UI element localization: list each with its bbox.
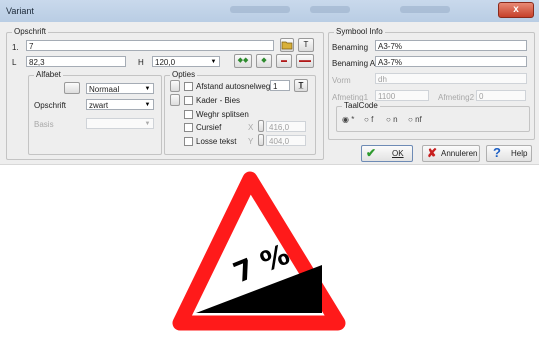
window-title: Variant bbox=[6, 6, 34, 16]
afmeting2-input[interactable]: 0 bbox=[476, 90, 526, 101]
help-question-icon: ? bbox=[493, 145, 501, 160]
annuleren-button[interactable]: ✘ Annuleren bbox=[422, 145, 480, 162]
weghr-label: Weghr splitsen bbox=[196, 110, 249, 119]
close-icon: x bbox=[513, 4, 519, 15]
taal-radio-n[interactable]: ○ n bbox=[386, 115, 398, 124]
kader-label: Kader - Bies bbox=[196, 96, 241, 105]
folder-icon bbox=[281, 41, 293, 50]
benaming-alt-label: Benaming Alt bbox=[332, 59, 380, 68]
taal-radio-nf[interactable]: ○ nf bbox=[408, 115, 422, 124]
help-label: Help bbox=[511, 149, 528, 158]
checkmark-icon: ✔ bbox=[366, 146, 377, 160]
taal-radio-star-label: * bbox=[351, 115, 355, 124]
kader-checkbox[interactable] bbox=[184, 96, 193, 105]
annuleren-label: Annuleren bbox=[441, 149, 478, 158]
y-input[interactable]: 404,0 bbox=[266, 135, 306, 146]
align-center-button[interactable]: ◆ bbox=[256, 54, 272, 68]
afmeting2-label: Afmeting2 bbox=[438, 93, 475, 102]
y-spinner[interactable] bbox=[258, 134, 264, 146]
text-style-button[interactable]: T bbox=[298, 38, 314, 52]
basis-select[interactable]: ▼ bbox=[86, 118, 154, 129]
radio-selected-icon: ◉ bbox=[342, 115, 349, 124]
H-select-value: 120,0 bbox=[155, 58, 176, 67]
H-label: H bbox=[138, 58, 144, 67]
line1-label: 1. bbox=[12, 43, 19, 52]
radio-icon: ○ bbox=[386, 115, 391, 124]
x-input[interactable]: 416,0 bbox=[266, 121, 306, 132]
afstand-checkbox[interactable] bbox=[184, 82, 193, 91]
L-label: L bbox=[12, 58, 17, 67]
radio-icon: ○ bbox=[408, 115, 413, 124]
taal-radio-f[interactable]: ○ f bbox=[364, 115, 373, 124]
align-justify-button[interactable]: ▬▬ bbox=[296, 54, 314, 68]
chevron-down-icon: ▼ bbox=[144, 102, 151, 108]
chevron-down-icon: ▼ bbox=[144, 121, 151, 127]
text-height-icon: T̲ bbox=[298, 81, 304, 90]
alfabet-group-label: Alfabet bbox=[34, 70, 63, 79]
benaming-label: Benaming bbox=[332, 43, 369, 52]
title-bar: Variant x bbox=[0, 0, 539, 23]
dialog-panel: Opschrift 1. 7 T L 82,3 H 120,0 ▼ ◆◆ ◆ ▬… bbox=[0, 22, 539, 164]
losse-label: Losse tekst bbox=[196, 137, 237, 146]
chevron-down-icon: ▼ bbox=[144, 86, 151, 92]
taal-radio-star[interactable]: ◉ * bbox=[342, 115, 354, 124]
opties-group-label: Opties bbox=[170, 70, 198, 79]
x-label: X bbox=[248, 123, 254, 132]
benaming-alt-input[interactable]: A3-7% bbox=[375, 56, 527, 67]
radio-icon: ○ bbox=[364, 115, 369, 124]
blurred-titlebar-area bbox=[230, 6, 290, 13]
symbool-info-label: Symbool Info bbox=[334, 27, 385, 36]
sign-preview-canvas: 7 % bbox=[0, 164, 539, 355]
afstand-input[interactable]: 1 bbox=[270, 80, 290, 91]
cursief-checkbox[interactable] bbox=[184, 123, 193, 132]
align-left-button[interactable]: ◆◆ bbox=[234, 54, 252, 68]
line1-input[interactable]: 7 bbox=[26, 40, 274, 51]
x-spinner[interactable] bbox=[258, 120, 264, 132]
color-select[interactable]: zwart ▼ bbox=[86, 99, 154, 110]
alfabet-opschrift-label: Opschrift bbox=[34, 101, 67, 110]
vorm-input[interactable]: dh bbox=[375, 73, 527, 84]
L-input[interactable]: 82,3 bbox=[26, 56, 126, 67]
font-select[interactable]: Normaal ▼ bbox=[86, 83, 154, 94]
opschrift-group-label: Opschrift bbox=[12, 27, 49, 36]
opties-button-1[interactable] bbox=[170, 80, 180, 92]
basis-label: Basis bbox=[34, 120, 54, 129]
warning-sign-7-percent: 7 % bbox=[172, 171, 346, 331]
close-button[interactable]: x bbox=[498, 2, 534, 18]
taal-radio-nf-label: nf bbox=[415, 115, 422, 124]
y-label: Y bbox=[248, 137, 254, 146]
font-picker-button[interactable] bbox=[64, 82, 80, 94]
cursief-label: Cursief bbox=[196, 123, 222, 132]
afstand-label: Afstand autosnelweg bbox=[196, 82, 271, 91]
folder-button[interactable] bbox=[280, 38, 294, 52]
cancel-x-icon: ✘ bbox=[427, 146, 438, 160]
taal-radio-f-label: f bbox=[371, 115, 374, 124]
afmeting1-input[interactable]: 1100 bbox=[375, 90, 429, 101]
vorm-label: Vorm bbox=[332, 76, 351, 85]
help-button[interactable]: ? Help bbox=[486, 145, 532, 162]
color-select-value: zwart bbox=[89, 101, 109, 110]
chevron-down-icon: ▼ bbox=[210, 59, 217, 65]
text-height-button[interactable]: T̲ bbox=[294, 79, 308, 92]
font-select-value: Normaal bbox=[89, 85, 120, 94]
taal-radio-n-label: n bbox=[393, 115, 398, 124]
ok-button[interactable]: ✔ OK bbox=[361, 145, 413, 162]
benaming-input[interactable]: A3-7% bbox=[375, 40, 527, 51]
H-select[interactable]: 120,0 ▼ bbox=[152, 56, 220, 67]
blurred-titlebar-area bbox=[310, 6, 350, 13]
weghr-checkbox[interactable] bbox=[184, 110, 193, 119]
opties-button-2[interactable] bbox=[170, 94, 180, 106]
blurred-titlebar-area bbox=[400, 6, 450, 13]
ok-label: OK bbox=[392, 149, 404, 158]
losse-checkbox[interactable] bbox=[184, 137, 193, 146]
taalcode-label: TaalCode bbox=[342, 101, 380, 110]
align-right-button[interactable]: ▬ bbox=[276, 54, 292, 68]
